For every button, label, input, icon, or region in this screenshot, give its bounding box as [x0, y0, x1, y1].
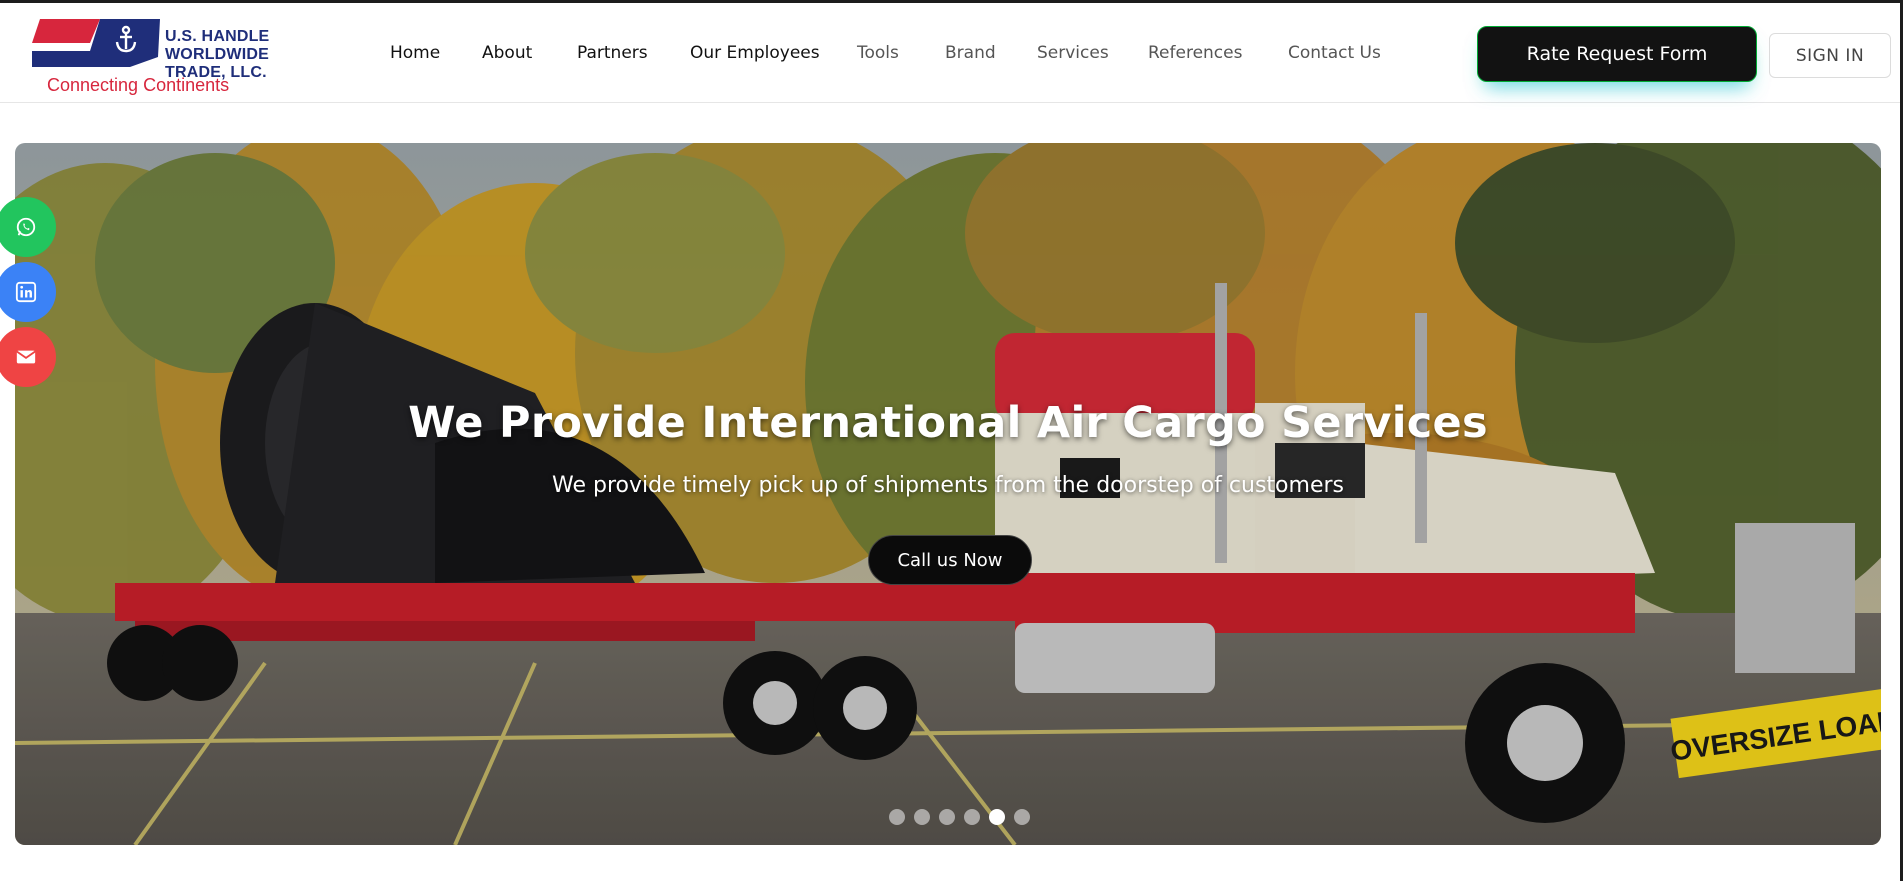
nav-item-home[interactable]: Home [390, 43, 440, 63]
slider-dot-5[interactable] [988, 809, 1005, 825]
nav-item-brand[interactable]: Brand [945, 43, 996, 63]
slider-dot-6[interactable] [1013, 809, 1030, 825]
hero-slider: OVERSIZE LOAD We Provide International A… [15, 143, 1881, 845]
linkedin-icon [15, 281, 37, 303]
nav-item-partners[interactable]: Partners [577, 43, 648, 63]
rate-request-form-button[interactable]: Rate Request Form [1477, 26, 1757, 82]
slider-dot-3[interactable] [938, 809, 955, 825]
site-header: U.S. HANDLE WORLDWIDE TRADE, LLC. Connec… [0, 3, 1903, 103]
slider-dot-2[interactable] [913, 809, 930, 825]
nav-item-tools[interactable]: Tools [857, 43, 899, 63]
slider-dot-4[interactable] [963, 809, 980, 825]
nav-item-references[interactable]: References [1148, 43, 1242, 63]
hero-subtitle: We provide timely pick up of shipments f… [552, 473, 1344, 498]
sign-in-button[interactable]: SIGN IN [1769, 33, 1891, 78]
call-us-now-button[interactable]: Call us Now [868, 535, 1032, 585]
nav-item-about[interactable]: About [482, 43, 532, 63]
whatsapp-icon [16, 217, 36, 237]
email-icon [16, 350, 36, 364]
nav-item-contact-us[interactable]: Contact Us [1288, 43, 1381, 63]
nav-item-services[interactable]: Services [1037, 43, 1109, 63]
nav-item-our-employees[interactable]: Our Employees [690, 43, 820, 63]
slider-pagination [15, 809, 1881, 825]
hero-title: We Provide International Air Cargo Servi… [408, 398, 1488, 448]
slider-dot-1[interactable] [888, 809, 905, 825]
